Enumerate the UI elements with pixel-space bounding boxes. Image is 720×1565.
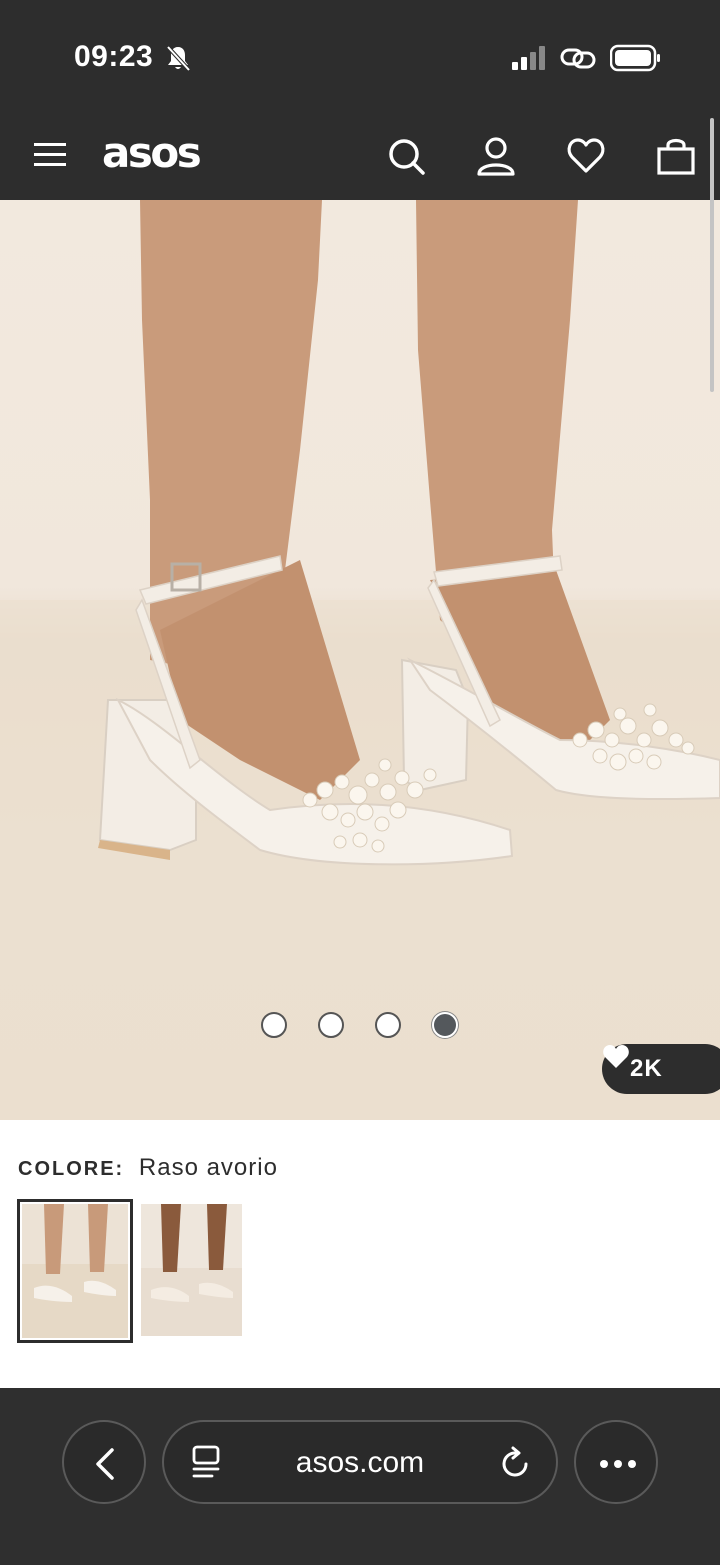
url-text: asos.com <box>295 1446 425 1479</box>
wishlist-heart-icon[interactable] <box>566 136 606 176</box>
colour-swatch-2[interactable] <box>141 1204 247 1338</box>
save-count: 2K <box>630 1055 663 1082</box>
gallery-dot-3[interactable] <box>375 1012 401 1038</box>
swatch-thumbnail-ivory <box>22 1204 128 1338</box>
more-options-button[interactable] <box>574 1420 658 1504</box>
address-bar[interactable]: asos.com <box>162 1420 558 1504</box>
bell-off-icon <box>166 45 191 72</box>
colour-label: COLORE: <box>18 1158 125 1180</box>
product-image-gallery[interactable]: 2K <box>0 200 720 1120</box>
link-icon <box>560 48 596 69</box>
status-bar: 09:23 <box>0 0 720 110</box>
gallery-dot-1[interactable] <box>261 1012 287 1038</box>
gallery-dot-4[interactable] <box>432 1012 458 1038</box>
save-count-button[interactable]: 2K <box>602 1044 720 1094</box>
signal-icon <box>512 46 545 70</box>
colour-value: Raso avorio <box>138 1154 278 1181</box>
gallery-pagination <box>0 1012 720 1042</box>
shopping-bag-icon[interactable] <box>656 136 696 176</box>
search-icon[interactable] <box>386 136 426 176</box>
page-scrollbar[interactable] <box>710 118 714 392</box>
menu-icon[interactable] <box>32 140 68 168</box>
heart-icon <box>603 1045 629 1068</box>
asos-logo[interactable]: asos <box>102 128 202 177</box>
gallery-dot-2[interactable] <box>318 1012 344 1038</box>
browser-toolbar: asos.com <box>0 1388 720 1565</box>
reload-icon[interactable] <box>500 1446 532 1480</box>
account-icon[interactable] <box>476 136 516 176</box>
status-time: 09:23 <box>74 40 154 73</box>
product-photo <box>0 200 720 1120</box>
swatch-thumbnail-variant <box>141 1204 242 1336</box>
colour-row: COLORE: Raso avorio <box>18 1154 278 1182</box>
battery-icon <box>610 44 660 72</box>
chevron-left-icon <box>96 1448 114 1480</box>
colour-swatch-1[interactable] <box>17 1199 133 1343</box>
back-button[interactable] <box>62 1420 146 1504</box>
more-dots-icon <box>600 1460 636 1468</box>
app-header: asos <box>0 110 720 200</box>
